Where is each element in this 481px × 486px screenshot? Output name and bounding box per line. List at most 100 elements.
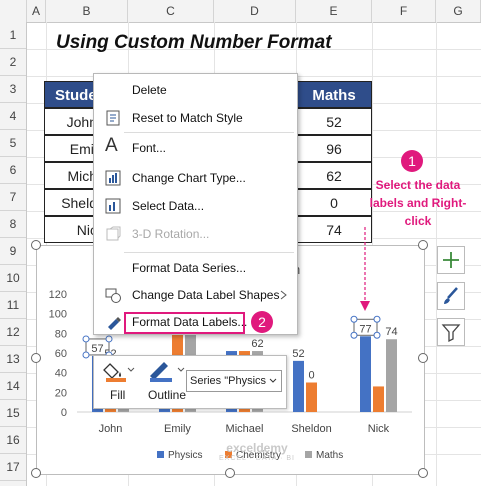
menu-item-change-chart-type[interactable]: Change Chart Type... — [94, 164, 297, 192]
row-header[interactable]: 2 — [0, 49, 26, 76]
row-header[interactable]: 4 — [0, 103, 26, 130]
data-label: 0 — [308, 370, 314, 382]
outline-color-swatch — [150, 378, 172, 382]
column-header-e[interactable]: E — [296, 0, 372, 22]
label-handle — [373, 315, 381, 323]
row-header[interactable]: 5 — [0, 130, 26, 157]
outline-label: Outline — [148, 388, 187, 402]
data-label: 52 — [292, 348, 304, 360]
label-handle — [105, 335, 113, 343]
resize-handle[interactable] — [31, 240, 41, 250]
resize-handle[interactable] — [31, 468, 41, 478]
maths-cell[interactable]: 52 — [296, 108, 372, 135]
shapes-icon — [105, 288, 121, 303]
fill-button[interactable]: Fill — [102, 360, 142, 406]
row-header[interactable]: 10 — [0, 265, 26, 292]
resize-handle[interactable] — [31, 353, 41, 363]
maths-cell[interactable]: 62 — [296, 162, 372, 189]
watermark: exceldemy EXCEL · DATA · BI — [197, 441, 317, 462]
legend-swatch — [157, 451, 164, 458]
x-category-label: John — [99, 423, 123, 435]
row-header[interactable]: 11 — [0, 292, 26, 319]
x-category-label: Michael — [226, 423, 264, 435]
y-tick-label: 60 — [55, 348, 67, 360]
fill-label: Fill — [110, 388, 126, 402]
x-category-label: Sheldon — [291, 423, 331, 435]
resize-handle[interactable] — [418, 353, 428, 363]
column-header-bar: A B C D E F G — [0, 0, 481, 23]
row-header[interactable]: 16 — [0, 427, 26, 454]
menu-item-change-data-label-shapes[interactable]: Change Data Label Shapes — [94, 281, 297, 309]
x-category-label: Nick — [368, 423, 390, 435]
step-badge-1: 1 — [401, 150, 423, 172]
bar — [293, 360, 304, 412]
data-label: 57 — [91, 343, 103, 355]
label-handle — [350, 331, 358, 339]
select-all-corner[interactable] — [0, 0, 27, 22]
row-header-bar: 1 2 3 4 5 6 7 8 9 10 11 12 13 14 15 16 1… — [0, 22, 27, 486]
row-header[interactable]: 17 — [0, 454, 26, 481]
data-label: 74 — [385, 326, 397, 338]
bar — [373, 386, 384, 412]
chart-filters-button[interactable] — [437, 318, 465, 346]
y-tick-label: 40 — [55, 368, 67, 380]
column-header-a[interactable]: A — [27, 0, 46, 22]
bar — [360, 336, 371, 412]
row-header[interactable]: 6 — [0, 157, 26, 184]
chevron-down-icon — [269, 378, 277, 383]
chart-styles-button[interactable] — [437, 282, 465, 310]
column-header-g[interactable]: G — [436, 0, 481, 22]
reset-style-icon — [106, 110, 120, 126]
menu-item-delete[interactable]: Delete — [94, 76, 297, 104]
column-header-d[interactable]: D — [214, 0, 296, 22]
select-data-icon — [105, 198, 121, 214]
resize-handle[interactable] — [225, 468, 235, 478]
menu-item-font[interactable]: A Font... — [94, 134, 297, 162]
label-handle — [82, 335, 90, 343]
menu-item-3d-rotation[interactable]: 3-D Rotation... — [94, 220, 297, 248]
row-header[interactable]: 9 — [0, 238, 26, 265]
row-header[interactable]: 15 — [0, 400, 26, 427]
resize-handle[interactable] — [418, 240, 428, 250]
label-handle — [350, 315, 358, 323]
highlight-frame — [124, 312, 245, 334]
font-icon: A — [105, 135, 118, 156]
y-tick-label: 100 — [49, 309, 67, 321]
header-cell-maths[interactable]: Maths — [296, 81, 372, 108]
maths-cell[interactable]: 0 — [296, 189, 372, 216]
data-label: 62 — [251, 338, 263, 350]
row-header[interactable]: 13 — [0, 346, 26, 373]
menu-item-reset-style[interactable]: Reset to Match Style — [94, 104, 297, 132]
column-header-b[interactable]: B — [46, 0, 128, 22]
y-tick-label: 0 — [61, 407, 67, 419]
row-header[interactable]: 3 — [0, 76, 26, 103]
watermark-tagline: EXCEL · DATA · BI — [219, 455, 295, 462]
label-handle — [82, 351, 90, 359]
fill-color-swatch — [106, 378, 126, 382]
legend-label: Maths — [316, 450, 343, 461]
row-header[interactable]: 8 — [0, 211, 26, 238]
context-menu: Delete Reset to Match Style A Font... Ch… — [93, 73, 298, 335]
row-header[interactable]: 14 — [0, 373, 26, 400]
rotation-icon — [106, 226, 121, 241]
row-header[interactable]: 7 — [0, 184, 26, 211]
sheet-title[interactable]: Using Custom Number Format — [56, 32, 332, 54]
watermark-name: exceldemy — [226, 441, 288, 455]
series-select[interactable]: Series "Physics — [186, 370, 282, 392]
menu-item-select-data[interactable]: Select Data... — [94, 192, 297, 220]
y-tick-label: 120 — [49, 289, 67, 301]
y-tick-label: 80 — [55, 328, 67, 340]
chart-elements-button[interactable] — [437, 246, 465, 274]
brush-icon — [444, 287, 458, 304]
column-header-c[interactable]: C — [128, 0, 214, 22]
maths-cell[interactable]: 96 — [296, 135, 372, 162]
bar — [306, 382, 317, 412]
resize-handle[interactable] — [418, 468, 428, 478]
row-header[interactable]: 12 — [0, 319, 26, 346]
step1-instruction: Select the data labels and Right-click — [369, 178, 467, 228]
plus-icon — [443, 252, 459, 268]
menu-item-format-data-series[interactable]: Format Data Series... — [94, 254, 297, 282]
column-header-f[interactable]: F — [372, 0, 436, 22]
row-header[interactable]: 1 — [0, 22, 26, 49]
arrow-icon — [360, 227, 370, 311]
